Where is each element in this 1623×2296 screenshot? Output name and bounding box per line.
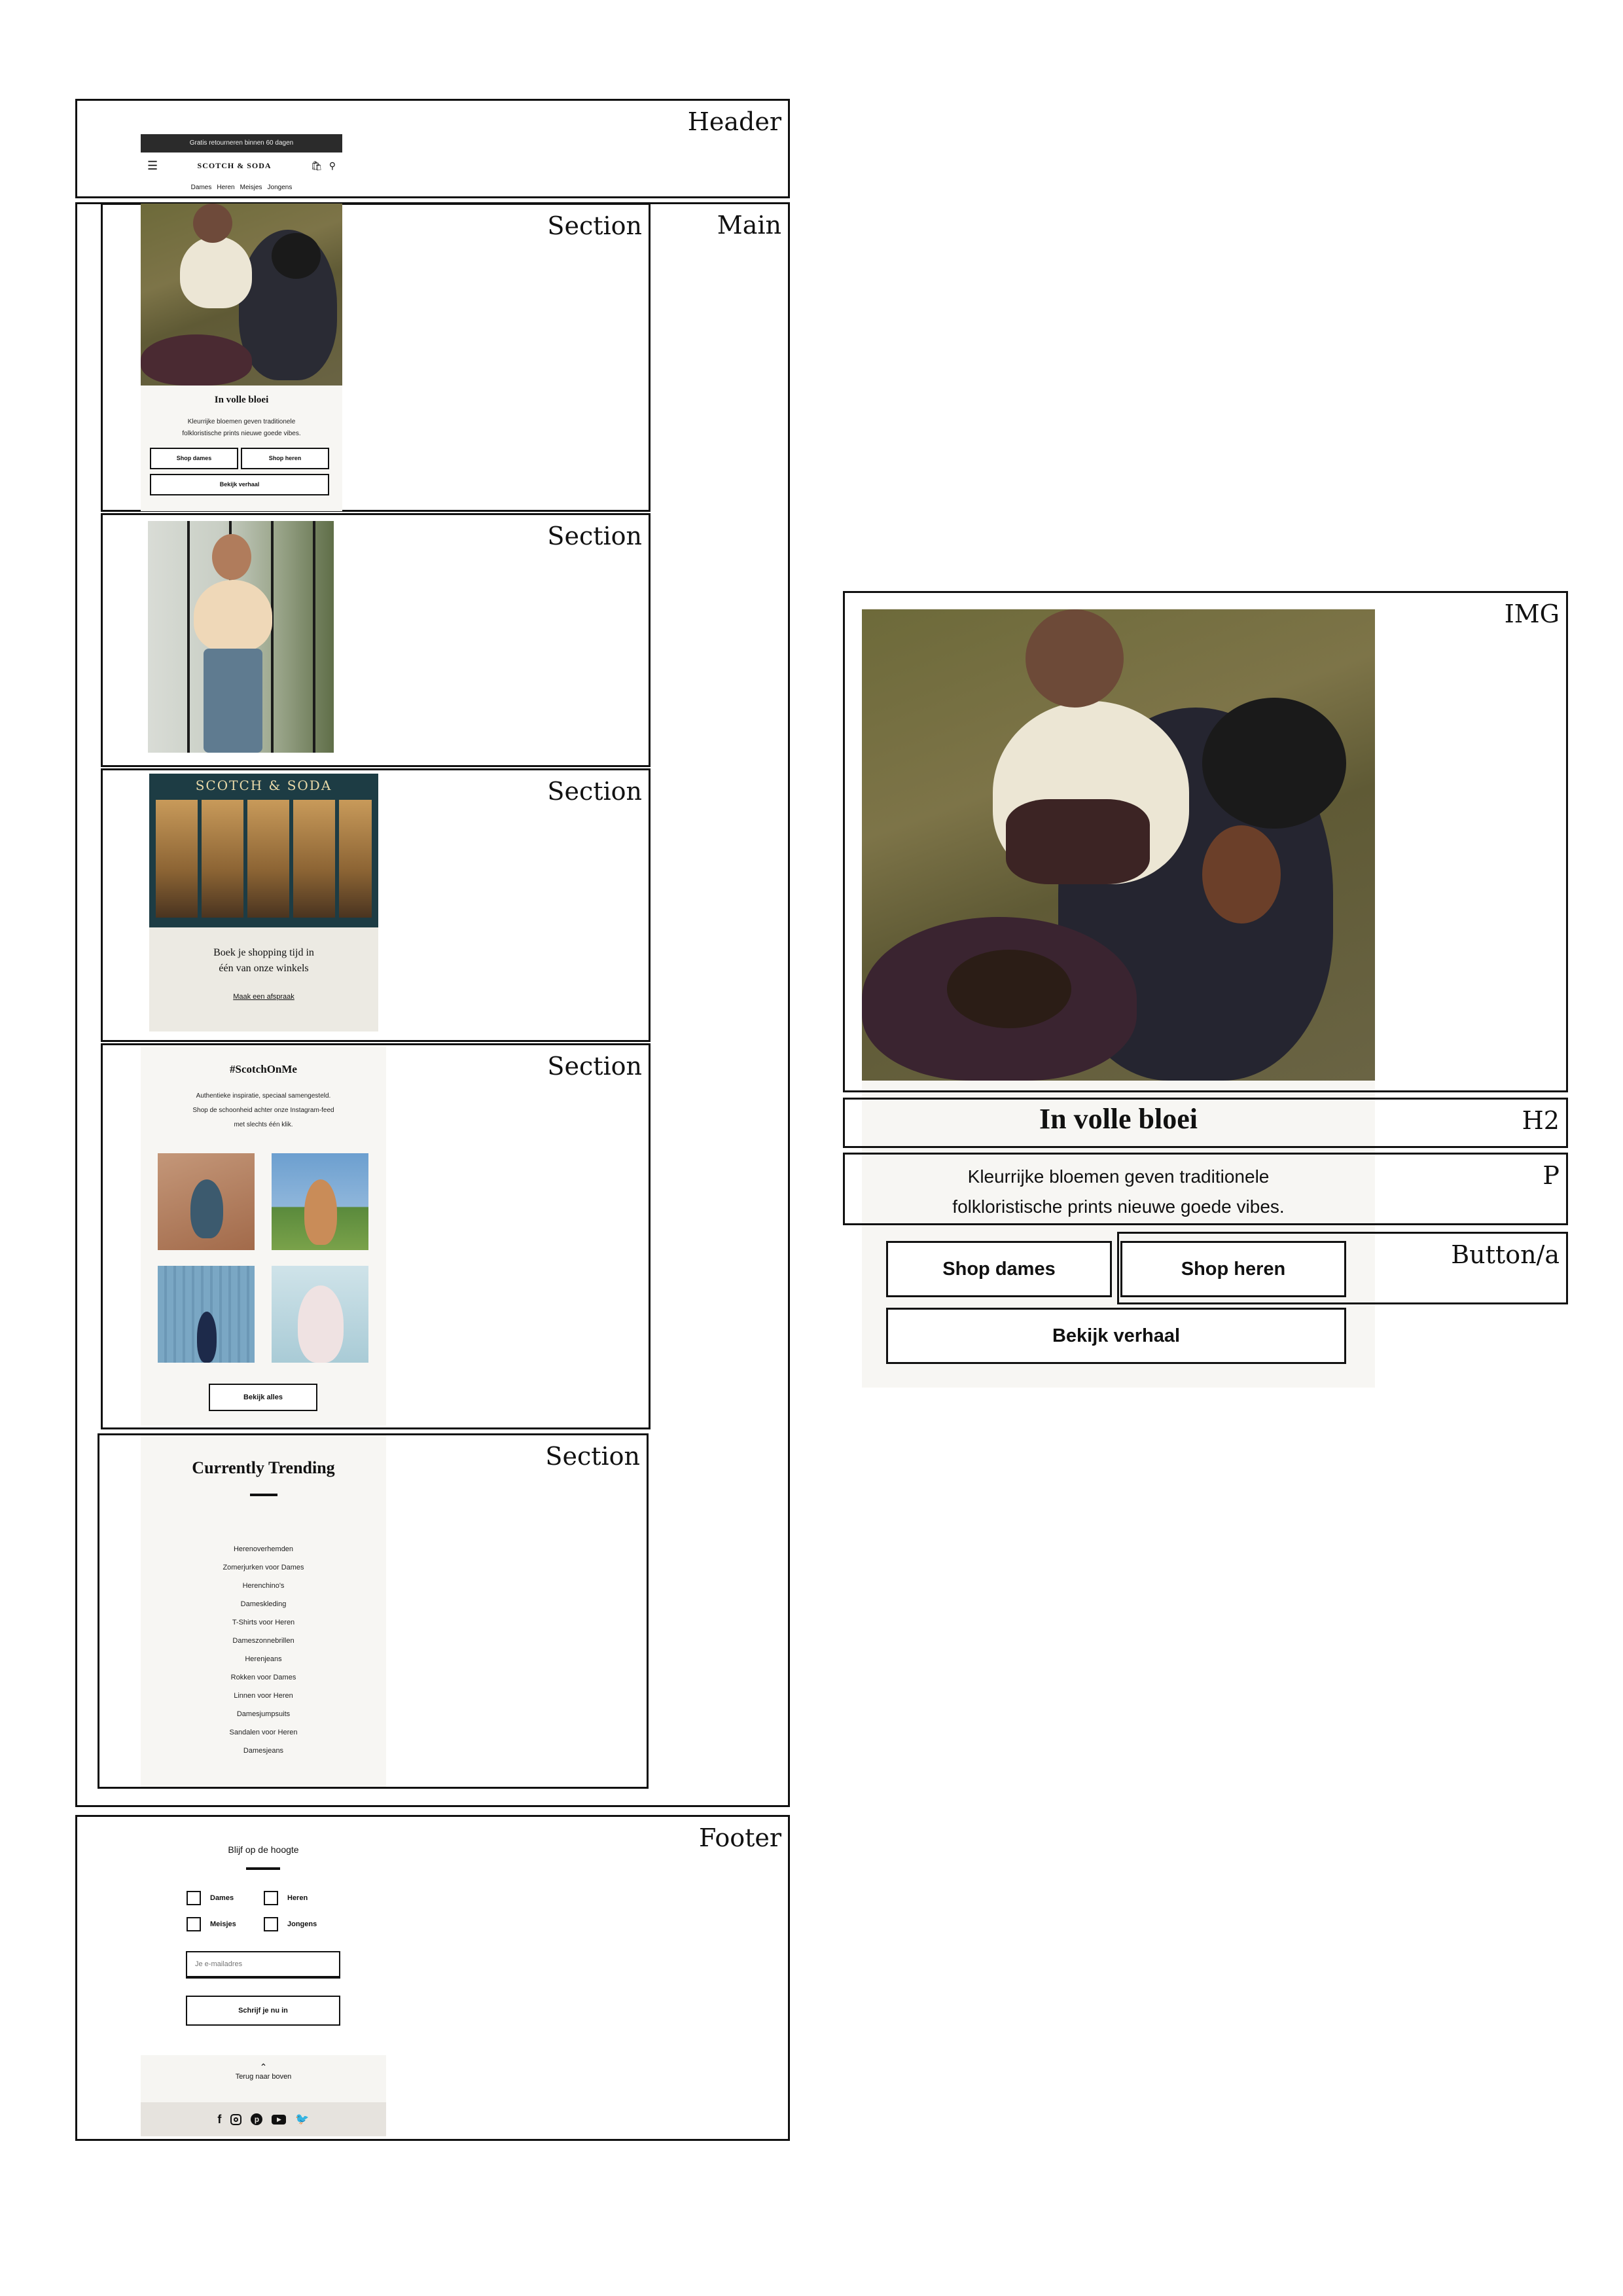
nav-item-dames[interactable]: Dames	[191, 184, 212, 191]
checkbox[interactable]	[264, 1917, 278, 1931]
trending-item[interactable]: Sandalen voor Heren	[141, 1723, 386, 1742]
section-label: Section	[547, 1052, 642, 1081]
trending-item[interactable]: Zomerjurken voor Dames	[141, 1558, 386, 1577]
trending-item[interactable]: Rokken voor Dames	[141, 1668, 386, 1687]
trending-item[interactable]: T-Shirts voor Heren	[141, 1613, 386, 1632]
hero-title: In volle bloei	[1039, 1103, 1198, 1135]
trending-title: Currently Trending	[192, 1458, 335, 1477]
trending-underline	[250, 1494, 277, 1496]
trending-item[interactable]: Damesjumpsuits	[141, 1705, 386, 1723]
trending-item[interactable]: Herenoverhemden	[141, 1540, 386, 1558]
instagram-photo-3[interactable]	[158, 1266, 255, 1363]
back-to-top-panel[interactable]: ⌃ Terug naar boven	[141, 2055, 386, 2102]
p-label: P	[1543, 1161, 1560, 1190]
section-label: Section	[545, 1442, 640, 1471]
trending-item[interactable]: Herenchino's	[141, 1577, 386, 1595]
option-heren[interactable]: Heren	[264, 1891, 308, 1905]
email-field[interactable]	[186, 1951, 340, 1979]
bag-icon[interactable]: 🛍	[311, 160, 323, 171]
checkbox[interactable]	[187, 1891, 201, 1905]
instagram-photo-1[interactable]	[158, 1153, 255, 1250]
shop-dames-button[interactable]: Shop dames	[886, 1241, 1112, 1297]
section-label: Section	[547, 777, 642, 806]
search-icon[interactable]: ⚲	[329, 160, 336, 171]
hero-text-small: Kleurrijke bloemen geven traditionele fo…	[182, 418, 301, 437]
store-sign: SCOTCH & SODA	[195, 778, 332, 793]
h2-label: H2	[1522, 1106, 1560, 1135]
hero-image-zoom	[862, 609, 1375, 1081]
category-nav: Dames Heren Meisjes Jongens	[141, 184, 342, 191]
newsletter-underline	[246, 1867, 280, 1870]
trending-list: Herenoverhemden Zomerjurken voor Dames H…	[141, 1540, 386, 1760]
shop-heren-button-small[interactable]: Shop heren	[241, 448, 329, 469]
trending-item[interactable]: Herenjeans	[141, 1650, 386, 1668]
pinterest-icon[interactable]: p	[251, 2113, 263, 2125]
hero-image	[141, 204, 342, 386]
hero-text: Kleurrijke bloemen geven traditionele fo…	[952, 1166, 1285, 1217]
twitter-icon[interactable]: 🐦	[295, 2113, 309, 2126]
instagram-photo-2[interactable]	[272, 1153, 368, 1250]
img-label: IMG	[1504, 600, 1560, 628]
header-label: Header	[687, 107, 781, 136]
button-label: Button/a	[1451, 1240, 1560, 1269]
newsletter-title: Blijf op de hoogte	[228, 1844, 299, 1855]
trending-item[interactable]: Damesjeans	[141, 1742, 386, 1760]
instagram-title: #ScotchOnMe	[230, 1063, 297, 1075]
footer-label: Footer	[699, 1823, 781, 1852]
section-label: Section	[547, 522, 642, 550]
chevron-up-icon: ⌃	[259, 2062, 268, 2072]
option-dames[interactable]: Dames	[187, 1891, 234, 1905]
appointment-link[interactable]: Maak een afspraak	[149, 993, 378, 1001]
subscribe-button[interactable]: Schrijf je nu in	[186, 1996, 340, 2026]
facebook-icon[interactable]: f	[217, 2113, 221, 2126]
checkbox[interactable]	[264, 1891, 278, 1905]
trending-item[interactable]: Linnen voor Heren	[141, 1687, 386, 1705]
youtube-icon[interactable]: ▶	[272, 2114, 287, 2125]
shop-dames-button-small[interactable]: Shop dames	[150, 448, 238, 469]
social-bar: f p ▶ 🐦	[141, 2102, 386, 2136]
option-meisjes[interactable]: Meisjes	[187, 1917, 236, 1931]
section-label: Section	[547, 211, 642, 240]
announcement-bar: Gratis retourneren binnen 60 dagen	[141, 134, 342, 152]
story-button-small[interactable]: Bekijk verhaal	[150, 474, 329, 495]
site-header: ☰ SCOTCH & SODA 🛍 ⚲	[141, 152, 342, 179]
menu-icon[interactable]: ☰	[147, 159, 158, 173]
brand-logo[interactable]: SCOTCH & SODA	[198, 161, 272, 171]
shop-heren-button[interactable]: Shop heren	[1120, 1241, 1346, 1297]
nav-item-jongens[interactable]: Jongens	[268, 184, 293, 191]
option-jongens[interactable]: Jongens	[264, 1917, 317, 1931]
trending-item[interactable]: Dameszonnebrillen	[141, 1632, 386, 1650]
store-image: SCOTCH & SODA	[149, 774, 378, 927]
store-title: Boek je shopping tijd in één van onze wi…	[213, 947, 314, 974]
instagram-text: Authentieke inspiratie, speciaal samenge…	[192, 1092, 334, 1128]
view-all-button[interactable]: Bekijk alles	[209, 1384, 317, 1411]
nav-item-meisjes[interactable]: Meisjes	[240, 184, 262, 191]
main-label: Main	[717, 211, 781, 240]
checkbox[interactable]	[187, 1917, 201, 1931]
back-to-top-label: Terug naar boven	[235, 2073, 292, 2081]
nav-item-heren[interactable]: Heren	[217, 184, 234, 191]
instagram-icon[interactable]	[230, 2113, 242, 2125]
trending-item[interactable]: Dameskleding	[141, 1595, 386, 1613]
story-button[interactable]: Bekijk verhaal	[886, 1308, 1346, 1364]
woman-image	[148, 521, 334, 753]
instagram-photo-4[interactable]	[272, 1266, 368, 1363]
hero-title-small: In volle bloei	[214, 395, 269, 405]
